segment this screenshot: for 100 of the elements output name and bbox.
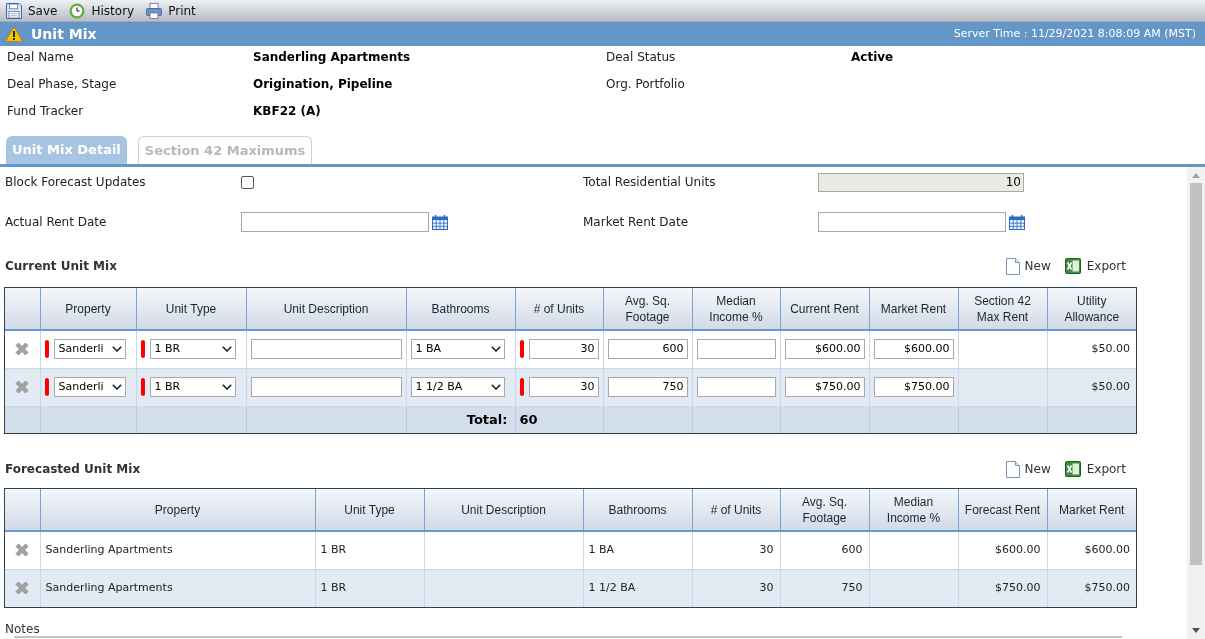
table-cell: 1 BR: [315, 531, 424, 569]
date-field[interactable]: [818, 212, 1006, 232]
dropdown[interactable]: 1 1/2 BA: [410, 377, 505, 397]
table-cell: $750.00: [1047, 569, 1136, 607]
column-header: Unit Description: [246, 288, 406, 330]
table-cell: 1 BA: [583, 531, 692, 569]
column-header: Property: [40, 288, 136, 330]
input-field[interactable]: $750.00: [784, 377, 865, 397]
page-title: Unit Mix: [31, 24, 97, 44]
input-field[interactable]: $600.00: [784, 339, 865, 360]
chevron-down-icon: [490, 384, 501, 390]
chevron-down-icon: [221, 384, 232, 390]
table-cell: $50.00: [1047, 368, 1136, 406]
input-field[interactable]: 30: [528, 339, 599, 360]
scrollbar-thumb[interactable]: [1190, 183, 1202, 565]
input-field[interactable]: [250, 339, 402, 360]
save-button[interactable]: Save: [4, 0, 60, 21]
scroll-up-icon[interactable]: [1192, 173, 1200, 178]
spreadsheet-icon: [1064, 461, 1081, 477]
dropdown[interactable]: Sanderli: [53, 377, 126, 397]
history-button[interactable]: History: [67, 0, 137, 21]
server-time: Server Time : 11/29/2021 8:08:09 AM (MST): [953, 25, 1196, 42]
input-field[interactable]: 30: [528, 377, 599, 397]
dropdown[interactable]: Sanderli: [53, 339, 126, 360]
field-label: Fund Tracker: [7, 104, 84, 118]
delete-icon[interactable]: [15, 380, 30, 394]
table-cell: 30: [692, 531, 780, 569]
delete-icon[interactable]: [15, 543, 30, 558]
field-label: Actual Rent Date: [5, 214, 107, 231]
table-cell: $600.00: [1047, 531, 1136, 569]
input-field: 10: [818, 172, 1024, 192]
column-header: Unit Type: [315, 489, 424, 531]
document-icon: [1005, 257, 1020, 275]
date-field[interactable]: [241, 212, 429, 232]
field-label: Market Rent Date: [583, 214, 689, 231]
spreadsheet-icon: [1064, 258, 1081, 274]
checkbox[interactable]: [241, 175, 254, 189]
input-field[interactable]: [696, 339, 776, 360]
input-field[interactable]: $750.00: [873, 377, 954, 397]
table-cell: $750.00: [958, 569, 1047, 607]
warning-icon: [5, 26, 23, 42]
dropdown[interactable]: 1 BR: [149, 339, 236, 360]
delete-icon[interactable]: [15, 581, 30, 596]
input-field[interactable]: [696, 377, 776, 397]
field-label: Deal Status: [606, 50, 676, 64]
column-header: Property: [40, 489, 315, 531]
dropdown[interactable]: 1 BR: [149, 377, 236, 397]
section-heading: Current Unit Mix: [5, 258, 117, 275]
export-button[interactable]: Export: [1064, 257, 1126, 275]
table-cell: Sanderling Apartments: [40, 569, 315, 607]
chevron-down-icon: [111, 384, 122, 390]
field-label: Org. Portfolio: [606, 77, 685, 91]
total-label: Total:: [406, 406, 515, 433]
input-field[interactable]: 600: [607, 339, 688, 360]
input-field[interactable]: [250, 377, 402, 397]
field-label: Deal Phase, Stage: [7, 77, 117, 91]
column-header: Median Income %: [692, 288, 780, 330]
field-label: Notes: [5, 622, 40, 636]
field-label: Deal Name: [7, 50, 74, 64]
field-value: KBF22 (A): [253, 104, 321, 118]
field-value: Active: [851, 50, 894, 64]
input-field[interactable]: $600.00: [873, 339, 954, 360]
export-button[interactable]: Export: [1064, 460, 1126, 478]
input-field[interactable]: 750: [607, 377, 688, 397]
column-header: Current Rent: [780, 288, 869, 330]
table-cell: $50.00: [1047, 330, 1136, 368]
table-cell: $600.00: [958, 531, 1047, 569]
clock-icon: [69, 2, 86, 19]
chevron-down-icon: [221, 346, 232, 353]
scroll-down-icon[interactable]: [1192, 628, 1200, 633]
field-label: Block Forecast Updates: [5, 174, 146, 191]
table-cell: 1 1/2 BA: [583, 569, 692, 607]
delete-icon[interactable]: [15, 342, 30, 357]
chevron-down-icon: [490, 346, 501, 353]
column-header: Unit Type: [136, 288, 246, 330]
column-header: Unit Description: [424, 489, 583, 531]
column-header: Section 42 Max Rent: [958, 288, 1047, 330]
calendar-icon[interactable]: [432, 214, 448, 230]
column-header: Market Rent: [1047, 489, 1136, 531]
chevron-down-icon: [111, 346, 122, 353]
field-value: Origination, Pipeline: [253, 77, 393, 91]
print-button[interactable]: Print: [144, 0, 198, 21]
column-header: Avg. Sq. Footage: [780, 489, 869, 531]
total-value: 60: [515, 406, 603, 433]
scrollbar[interactable]: [1187, 167, 1205, 639]
column-header: Bathrooms: [406, 288, 515, 330]
new-button[interactable]: New: [1005, 257, 1051, 275]
table-cell: 750: [780, 569, 869, 607]
dropdown[interactable]: 1 BA: [410, 339, 505, 360]
printer-icon: [146, 2, 163, 19]
table-cell: 30: [692, 569, 780, 607]
calendar-icon[interactable]: [1009, 214, 1025, 230]
new-button[interactable]: New: [1005, 460, 1051, 478]
field-label: Total Residential Units: [583, 174, 716, 191]
field-value: Sanderling Apartments: [253, 50, 411, 64]
section-heading: Forecasted Unit Mix: [5, 461, 141, 478]
table-cell: 1 BR: [315, 569, 424, 607]
column-header: Utility Allowance: [1047, 288, 1136, 330]
column-header: Median Income %: [869, 489, 958, 531]
column-header: Avg. Sq. Footage: [603, 288, 692, 330]
